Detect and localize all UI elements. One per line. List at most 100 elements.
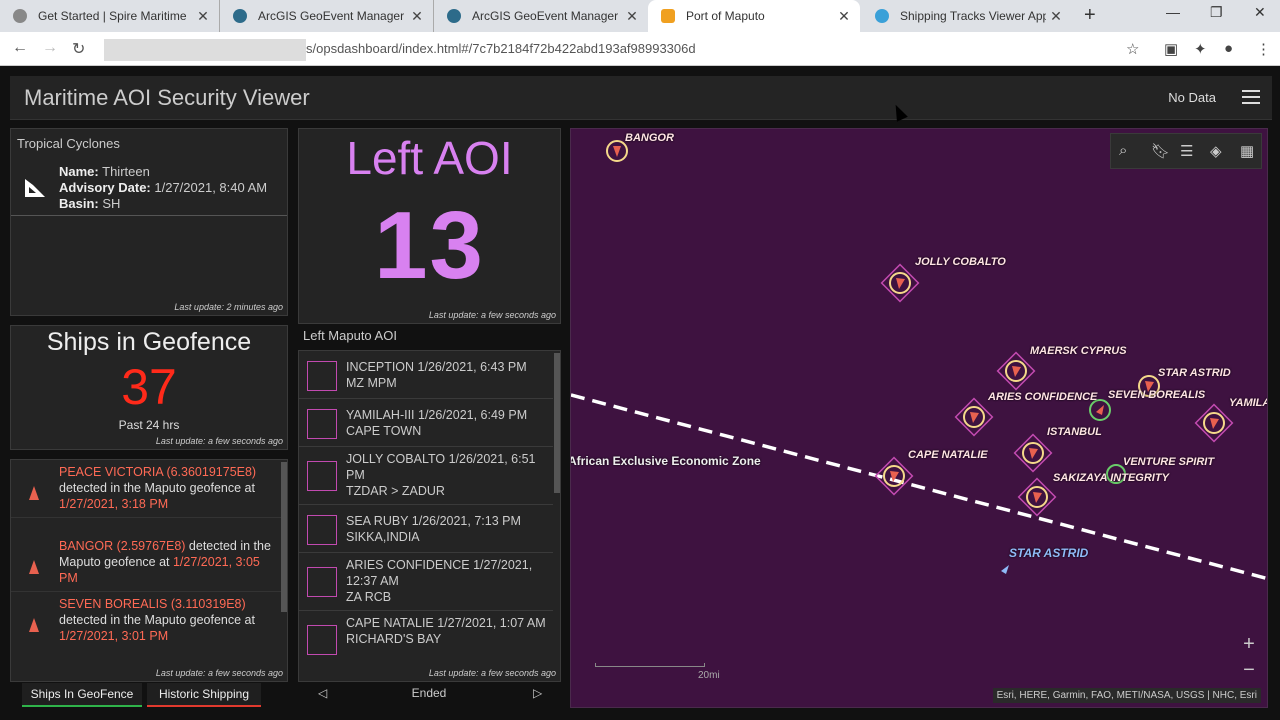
ship-marker-maersk-cyprus	[996, 351, 1036, 391]
alert-time: 1/27/2021, 3:01 PM	[59, 629, 169, 643]
new-tab-icon[interactable]: +	[1084, 4, 1096, 27]
close-tab-icon[interactable]: ✕	[1046, 8, 1066, 25]
cyclone-name: Thirteen	[102, 164, 150, 179]
hamburger-menu-icon[interactable]	[1242, 86, 1260, 108]
alert-message: detected in the Maputo geofence at	[59, 613, 255, 627]
map-label-seven-borealis: SEVEN BOREALIS	[1108, 389, 1206, 401]
tab-title: ArcGIS GeoEvent Manager	[258, 9, 405, 23]
list-item[interactable]: INCEPTION 1/26/2021, 6:43 PM MZ MPM	[299, 351, 553, 399]
zoom-out-button[interactable]: −	[1237, 659, 1261, 683]
map-toolbar: ⌕ 🔖︎ ☰ ◈ ▦	[1110, 133, 1262, 169]
browser-tab-shipping-tracks[interactable]: Shipping Tracks Viewer Applic ✕	[862, 0, 1072, 32]
scrollbar[interactable]	[281, 462, 287, 612]
geofence-count: 37	[121, 359, 177, 415]
browser-tab-spire[interactable]: Get Started | Spire Maritime ✕	[0, 0, 220, 32]
map-view[interactable]: BANGOR JOLLY COBALTO MAERSK CYPRUS STAR …	[570, 128, 1268, 708]
close-tab-icon[interactable]: ✕	[407, 8, 427, 25]
map-label-jolly-cobalto: JOLLY COBALTO	[915, 256, 1006, 268]
tab-ships-in-geofence[interactable]: Ships In GeoFence	[22, 683, 142, 707]
url-field[interactable]: s/opsdashboard/index.html#/7c7b2184f72b4…	[104, 36, 1154, 62]
forward-icon[interactable]: →	[42, 39, 58, 57]
layers-icon[interactable]: ◈	[1210, 142, 1222, 160]
alert-text: BANGOR (2.59767E8) detected in the Maput…	[59, 538, 273, 586]
item-line2: TZDAR > ZADUR	[346, 484, 445, 498]
close-window-icon[interactable]: ✕	[1254, 4, 1266, 21]
browser-tab-geoevent-2[interactable]: ArcGIS GeoEvent Manager ✕	[434, 0, 648, 32]
list-item[interactable]: SEVEN BOREALIS (3.110319E8) detected in …	[11, 594, 281, 650]
url-text: s/opsdashboard/index.html#/7c7b2184f72b4…	[306, 41, 696, 56]
last-update: Last update: a few seconds ago	[155, 436, 283, 446]
list-item[interactable]: CAPE NATALIE 1/27/2021, 1:07 AM RICHARD'S…	[299, 611, 553, 669]
reload-icon[interactable]: ↻	[72, 39, 85, 59]
item-line1: YAMILAH-III 1/26/2021, 6:49 PM	[346, 408, 528, 422]
item-text: CAPE NATALIE 1/27/2021, 1:07 AM RICHARD'S…	[346, 615, 550, 647]
minimize-icon[interactable]: —	[1166, 4, 1180, 20]
last-update: Last update: 2 minutes ago	[174, 302, 283, 312]
ship-marker-bangor	[606, 140, 628, 162]
browser-tab-geoevent-1[interactable]: ArcGIS GeoEvent Manager ✕	[220, 0, 434, 32]
legend-icon[interactable]: ☰	[1180, 142, 1193, 160]
cyclone-details: Name: Thirteen Advisory Date: 1/27/2021,…	[59, 164, 267, 212]
tab-title: ArcGIS GeoEvent Manager	[472, 9, 619, 23]
map-attribution: Esri, HERE, Garmin, FAO, METI/NASA, USGS…	[992, 688, 1261, 703]
list-item[interactable]: YAMILAH-III 1/26/2021, 6:49 PM CAPE TOWN	[299, 399, 553, 447]
list-item[interactable]: BANGOR (2.59767E8) detected in the Maput…	[11, 536, 281, 592]
ship-marker-aries-confidence	[954, 397, 994, 437]
scale-label: 20mi	[698, 670, 720, 681]
maximize-icon[interactable]: ❐	[1210, 4, 1223, 21]
list-item[interactable]: JOLLY COBALTO 1/26/2021, 6:51 PM TZDAR > …	[299, 447, 553, 505]
scrollbar[interactable]	[554, 353, 560, 493]
item-text: JOLLY COBALTO 1/26/2021, 6:51 PM TZDAR > …	[346, 451, 550, 499]
next-page-icon[interactable]: ▷	[533, 686, 542, 700]
panel-title: Tropical Cyclones	[17, 136, 120, 151]
tab-title: Port of Maputo	[686, 9, 765, 23]
basemap-gallery-icon[interactable]: ▦	[1240, 142, 1254, 160]
bookmark-icon[interactable]: 🔖︎	[1151, 142, 1170, 160]
ship-arrow-icon	[29, 618, 39, 632]
ship-name: PEACE VICTORIA (6.36019175E8)	[59, 465, 257, 479]
extension-icon[interactable]: ▣	[1164, 40, 1178, 58]
map-label-aries-confidence: ARIES CONFIDENCE	[988, 391, 1098, 403]
map-label-cape-natalie: CAPE NATALIE	[908, 449, 988, 461]
list-item[interactable]: SEA RUBY 1/26/2021, 7:13 PM SIKKA,INDIA	[299, 505, 553, 553]
dashboard-favicon-icon	[661, 9, 675, 23]
close-tab-icon[interactable]: ✕	[622, 8, 642, 25]
puzzle-icon[interactable]: ✦	[1194, 40, 1207, 58]
ship-marker-yamila	[1194, 403, 1234, 443]
spire-favicon-icon	[13, 9, 27, 23]
browser-tab-port-of-maputo[interactable]: Port of Maputo ✕	[648, 0, 860, 32]
profile-icon[interactable]: ●	[1224, 40, 1233, 57]
search-icon[interactable]: ⌕	[1119, 142, 1127, 159]
item-symbol	[307, 625, 337, 655]
item-line2: RICHARD'S BAY	[346, 632, 442, 646]
item-line2: CAPE TOWN	[346, 424, 422, 438]
address-bar-row: ← → ↻ s/opsdashboard/index.html#/7c7b218…	[0, 32, 1280, 66]
panel-title: Ships in Geofence	[46, 328, 252, 356]
ship-marker-jolly-cobalto	[880, 263, 920, 303]
app-header: Maritime AOI Security Viewer No Data	[10, 76, 1272, 120]
advisory-date: 1/27/2021, 8:40 AM	[154, 180, 268, 195]
geofence-alerts-list: PEACE VICTORIA (6.36019175E8) detected i…	[10, 459, 288, 682]
close-tab-icon[interactable]: ✕	[834, 8, 854, 25]
map-label-maersk-cyprus: MAERSK CYPRUS	[1030, 345, 1127, 357]
zoom-in-button[interactable]: +	[1237, 633, 1261, 657]
list-item[interactable]: ARIES CONFIDENCE 1/27/2021, 12:37 AM ZA R…	[299, 553, 553, 611]
more-menu-icon[interactable]: ⋮	[1256, 40, 1271, 58]
close-tab-icon[interactable]: ✕	[193, 8, 213, 25]
header-status: No Data	[1168, 90, 1216, 105]
tab-title: Shipping Tracks Viewer Applic	[900, 9, 1046, 23]
item-line1: JOLLY COBALTO 1/26/2021, 6:51 PM	[346, 452, 536, 482]
alert-text: PEACE VICTORIA (6.36019175E8) detected i…	[59, 464, 273, 512]
period-label: Past 24 hrs	[118, 418, 180, 432]
ship-name: SEVEN BOREALIS (3.110319E8)	[59, 597, 246, 611]
item-line1: SEA RUBY 1/26/2021, 7:13 PM	[346, 514, 521, 528]
cyclone-icon	[25, 179, 45, 197]
tab-historic-shipping[interactable]: Historic Shipping	[147, 683, 261, 707]
bookmark-star-icon[interactable]: ☆	[1126, 40, 1139, 58]
map-label-star-astrid-track: STAR ASTRID	[1009, 546, 1089, 560]
name-label: Name:	[59, 164, 99, 179]
list-item[interactable]: PEACE VICTORIA (6.36019175E8) detected i…	[11, 462, 281, 518]
back-icon[interactable]: ←	[12, 39, 28, 57]
basin-value: SH	[102, 196, 121, 211]
ship-name: BANGOR (2.59767E8)	[59, 539, 186, 553]
